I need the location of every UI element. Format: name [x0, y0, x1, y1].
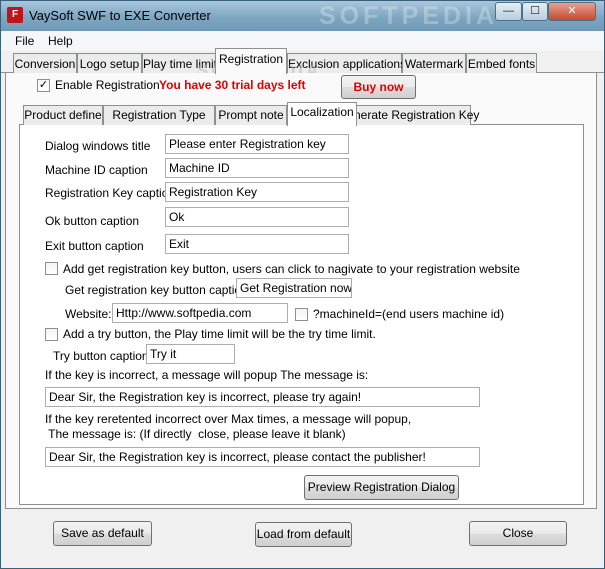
minimize-button[interactable]: —: [495, 2, 522, 21]
tab-embed-fonts[interactable]: Embed fonts: [466, 53, 537, 75]
registration-key-label: Registration Key caption: [45, 186, 176, 200]
website-label: Website:: [65, 307, 112, 321]
window-title: VaySoft SWF to EXE Converter: [29, 8, 211, 23]
exit-button-caption-field[interactable]: Exit: [165, 234, 349, 254]
max-msg-label-1: If the key reretented incorrect over Max…: [45, 412, 412, 426]
dialog-title-field[interactable]: Please enter Registration key: [165, 134, 349, 154]
close-button[interactable]: Close: [469, 521, 567, 546]
tab-watermark[interactable]: Watermark: [402, 53, 466, 75]
getkey-caption-field[interactable]: Get Registration now!: [236, 278, 352, 298]
incorrect-msg-label: If the key is incorrect, a message will …: [45, 368, 369, 382]
subtab-registration-type[interactable]: Registration Type: [103, 105, 215, 125]
getkey-caption-label: Get registration key button caption:: [65, 283, 252, 297]
tab-exclusion-applications[interactable]: Exclusion applications: [287, 53, 406, 75]
try-caption-field[interactable]: Try it: [146, 344, 235, 364]
max-msg-label-2: The message is: (If directly close, plea…: [45, 427, 346, 441]
machine-id-label: Machine ID caption: [45, 163, 148, 177]
ok-button-caption-field[interactable]: Ok: [165, 207, 349, 227]
maximize-button[interactable]: ☐: [522, 2, 548, 21]
dialog-title-label: Dialog windows title: [45, 139, 151, 153]
tab-play-time-limit[interactable]: Play time limit: [142, 53, 217, 75]
website-field[interactable]: Http://www.softpedia.com: [112, 303, 288, 323]
add-getkey-label: Add get registration key button, users c…: [63, 262, 520, 276]
incorrect-msg-field[interactable]: Dear Sir, the Registration key is incorr…: [45, 387, 480, 407]
try-caption-label: Try button caption:: [53, 349, 152, 363]
app-icon: F: [7, 7, 23, 23]
add-try-checkbox[interactable]: [45, 328, 58, 341]
subtab-prompt-note[interactable]: Prompt note: [215, 105, 287, 125]
machineid-param-label: ?machineId=(end users machine id): [313, 307, 505, 321]
main-tabs: Conversion Logo setup Play time limit Re…: [1, 48, 604, 75]
add-try-label: Add a try button, the Play time limit wi…: [63, 327, 376, 341]
close-window-button[interactable]: ✕: [548, 2, 596, 21]
buy-now-button[interactable]: Buy now: [341, 75, 416, 99]
app-window: F VaySoft SWF to EXE Converter SOFTPEDIA…: [0, 0, 605, 569]
tab-conversion[interactable]: Conversion: [13, 53, 77, 75]
subtab-generate-registration-key[interactable]: Generate Registration Key: [337, 105, 479, 125]
tab-registration[interactable]: Registration: [215, 48, 287, 74]
max-msg-field[interactable]: Dear Sir, the Registration key is incorr…: [45, 447, 480, 467]
trial-days-text: You have 30 trial days left: [159, 78, 306, 92]
registration-subtabs: Product define Registration Type Prompt …: [19, 102, 584, 126]
subtab-product-define[interactable]: Product define: [23, 105, 103, 125]
add-getkey-checkbox[interactable]: [45, 262, 58, 275]
registration-key-field[interactable]: Registration Key: [165, 182, 349, 202]
machineid-param-checkbox[interactable]: [295, 308, 308, 321]
menu-file[interactable]: File: [15, 34, 34, 48]
menu-help[interactable]: Help: [48, 34, 73, 48]
buy-now-label: Buy now: [353, 80, 404, 94]
enable-registration-label: Enable Registration: [55, 78, 160, 92]
save-as-default-button[interactable]: Save as default: [53, 521, 152, 546]
load-from-default-button[interactable]: Load from default: [255, 522, 352, 547]
machine-id-field[interactable]: Machine ID: [165, 158, 349, 178]
exit-button-caption-label: Exit button caption: [45, 239, 144, 253]
preview-registration-dialog-button[interactable]: Preview Registration Dialog: [304, 475, 459, 500]
ok-button-caption-label: Ok button caption: [45, 214, 140, 228]
title-watermark: SOFTPEDIA: [319, 2, 499, 30]
subtab-localization[interactable]: Localization: [287, 102, 357, 126]
tab-logo-setup[interactable]: Logo setup: [77, 53, 142, 75]
menu-bar: File Help: [1, 31, 604, 51]
title-bar[interactable]: F VaySoft SWF to EXE Converter SOFTPEDIA…: [1, 1, 604, 31]
enable-registration-checkbox[interactable]: ✓: [37, 79, 50, 92]
